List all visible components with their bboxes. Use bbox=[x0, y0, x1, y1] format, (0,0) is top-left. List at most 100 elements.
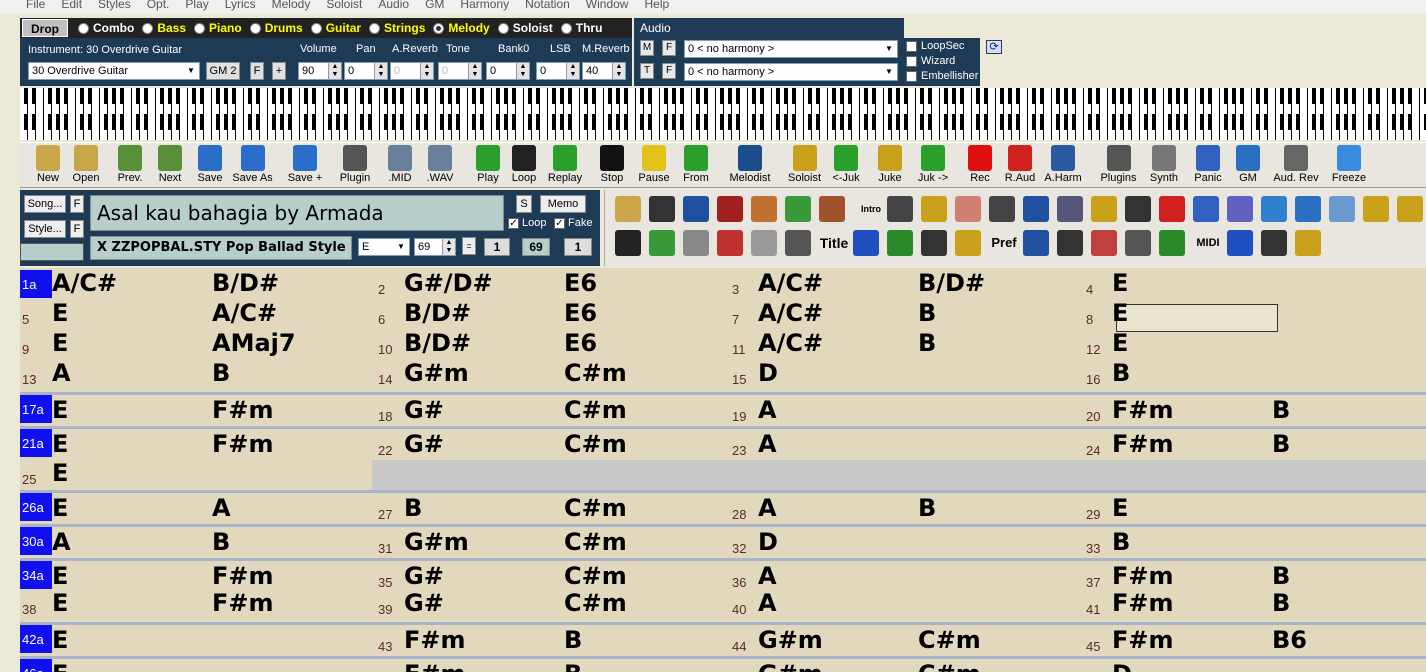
toolbar-panic-button[interactable]: Panic bbox=[1188, 145, 1228, 184]
feature-icon-row2-1[interactable] bbox=[615, 230, 641, 256]
chord[interactable]: E bbox=[1112, 298, 1128, 328]
thru-harmony-f-button[interactable]: F bbox=[662, 63, 676, 79]
feature-icon-1[interactable] bbox=[615, 196, 641, 222]
toolbar-r-aud-button[interactable]: R.Aud bbox=[1000, 145, 1040, 184]
chord[interactable]: A/C# bbox=[52, 268, 117, 298]
bar-number-29[interactable]: 29 bbox=[1086, 507, 1100, 522]
chord[interactable]: E bbox=[1112, 268, 1128, 298]
chord[interactable]: B bbox=[1272, 588, 1290, 618]
chord[interactable]: C#m bbox=[564, 588, 627, 618]
feature-icon-19[interactable] bbox=[1227, 196, 1253, 222]
end-bar-button[interactable]: 69 bbox=[522, 238, 550, 256]
menu-lyrics[interactable]: Lyrics bbox=[225, 0, 256, 11]
chord[interactable]: F#m bbox=[1112, 429, 1174, 459]
melody-harmony-select[interactable]: 0 < no harmony > ▼ bbox=[684, 40, 898, 58]
track-melody[interactable]: Melody bbox=[433, 21, 490, 35]
bar-number-2[interactable]: 2 bbox=[378, 282, 385, 297]
feature-icon-2[interactable] bbox=[649, 196, 675, 222]
menu-window[interactable]: Window bbox=[586, 0, 629, 11]
chord[interactable]: E bbox=[52, 395, 68, 425]
track-guitar[interactable]: Guitar bbox=[310, 21, 361, 35]
style-name[interactable]: X ZZPOPBAL.STY Pop Ballad Style bbox=[90, 236, 352, 260]
chord[interactable]: E bbox=[52, 298, 68, 328]
toolbar-save-button[interactable]: Save bbox=[190, 145, 230, 184]
chorus-count-button[interactable]: 1 bbox=[564, 238, 592, 256]
feature-icon-row2-5[interactable] bbox=[751, 230, 777, 256]
key-select[interactable]: E ▼ bbox=[358, 238, 410, 256]
feature-icon-13[interactable] bbox=[1023, 196, 1049, 222]
chord[interactable]: B bbox=[1272, 395, 1290, 425]
bar-number-16[interactable]: 16 bbox=[1086, 372, 1100, 387]
bar-number-15[interactable]: 15 bbox=[732, 372, 746, 387]
mixer-spinner-mreverb[interactable]: 40 ▲ ▼ bbox=[582, 62, 626, 80]
chord[interactable]: E bbox=[52, 588, 68, 618]
fake-checkbox[interactable]: ✓ Fake bbox=[554, 217, 592, 229]
bar-number-23[interactable]: 23 bbox=[732, 443, 746, 458]
feature-icon-row2-14[interactable] bbox=[1057, 230, 1083, 256]
feature-icon-11[interactable] bbox=[955, 196, 981, 222]
mixer-spinner-areverb[interactable]: 0 ▲ ▼ bbox=[390, 62, 434, 80]
chord[interactable]: E6 bbox=[564, 298, 597, 328]
song-button[interactable]: Song... bbox=[24, 195, 66, 213]
chord[interactable]: F#m bbox=[1112, 561, 1174, 591]
mixer-spinner-pan[interactable]: 0 ▲ ▼ bbox=[344, 62, 388, 80]
chord[interactable]: E bbox=[52, 429, 68, 459]
chord-sheet[interactable]: 1a A/C# B/D# 2 G#/D# E6 3 A/C# B/D# 4 E 5 E A/C# 6 B/D#… bbox=[20, 268, 1426, 672]
toolbar-soloist-button[interactable]: Soloist bbox=[780, 145, 829, 184]
chord[interactable]: A bbox=[52, 527, 71, 557]
mixer-spinner-bank0[interactable]: 0 ▲ ▼ bbox=[486, 62, 530, 80]
feature-icon-10[interactable] bbox=[921, 196, 947, 222]
feature-icon-row2-9[interactable] bbox=[887, 230, 913, 256]
chord[interactable]: C#m bbox=[918, 659, 981, 672]
spin-arrows-icon[interactable]: ▲ ▼ bbox=[442, 239, 455, 255]
bar-number-22[interactable]: 22 bbox=[378, 443, 392, 458]
feature-icon-row2-13[interactable] bbox=[1023, 230, 1049, 256]
feature-icon-row2-21[interactable] bbox=[1295, 230, 1321, 256]
chord[interactable]: A/C# bbox=[758, 298, 823, 328]
wizard-checkbox[interactable]: Wizard bbox=[906, 55, 955, 67]
bar-number-6[interactable]: 6 bbox=[378, 312, 385, 327]
toolbar-freeze-button[interactable]: Freeze bbox=[1328, 145, 1370, 184]
bar-number-25[interactable]: 25 bbox=[22, 472, 36, 487]
spin-arrows-icon[interactable]: ▲ ▼ bbox=[374, 63, 387, 79]
track-thru[interactable]: Thru bbox=[560, 21, 602, 35]
chord[interactable]: B bbox=[404, 493, 422, 523]
chord[interactable]: F#m bbox=[404, 625, 466, 655]
feature-icon-18[interactable] bbox=[1193, 196, 1219, 222]
bar-number-34a[interactable]: 34a bbox=[20, 561, 52, 589]
toolbar-gm-button[interactable]: GM bbox=[1228, 145, 1268, 184]
toolbar-from-button[interactable]: From bbox=[676, 145, 716, 184]
feature-icon-20[interactable] bbox=[1261, 196, 1287, 222]
toolbar-aud-rev-button[interactable]: Aud. Rev bbox=[1268, 145, 1324, 184]
chord[interactable]: F#m bbox=[212, 429, 274, 459]
chord[interactable]: A/C# bbox=[758, 328, 823, 358]
chord[interactable]: E bbox=[52, 493, 68, 523]
spin-arrows-icon[interactable]: ▲ ▼ bbox=[468, 63, 481, 79]
chord[interactable]: A bbox=[212, 493, 231, 523]
chord[interactable]: A bbox=[758, 429, 777, 459]
chord[interactable]: B bbox=[918, 298, 936, 328]
feature-icon-row2-15[interactable] bbox=[1091, 230, 1117, 256]
chord[interactable]: B bbox=[1272, 429, 1290, 459]
menu-styles[interactable]: Styles bbox=[98, 0, 131, 11]
bar-number-3[interactable]: 3 bbox=[732, 282, 739, 297]
track-bass[interactable]: Bass bbox=[142, 21, 186, 35]
chord[interactable]: F#m bbox=[212, 395, 274, 425]
bar-number-9[interactable]: 9 bbox=[22, 342, 29, 357]
chord[interactable]: G#m bbox=[404, 358, 469, 388]
track-soloist[interactable]: Soloist bbox=[497, 21, 553, 35]
chord[interactable]: E bbox=[52, 625, 68, 655]
feature-icon-row2-2[interactable] bbox=[649, 230, 675, 256]
feature-icon-3[interactable] bbox=[683, 196, 709, 222]
menu-soloist[interactable]: Soloist bbox=[326, 0, 362, 11]
song-title[interactable]: Asal kau bahagia by Armada bbox=[90, 195, 504, 231]
chord[interactable]: A bbox=[52, 358, 71, 388]
chord[interactable]: C#m bbox=[564, 358, 627, 388]
thru-harmony-t-button[interactable]: T bbox=[640, 63, 654, 79]
style-button[interactable]: Style... bbox=[24, 220, 66, 238]
tempo-adjust-button[interactable]: = bbox=[462, 237, 476, 255]
chord[interactable]: B bbox=[918, 493, 936, 523]
chord[interactable]: A bbox=[758, 493, 777, 523]
toolbar-save-button[interactable]: Save + bbox=[284, 145, 326, 184]
feature-icon-16[interactable] bbox=[1125, 196, 1151, 222]
